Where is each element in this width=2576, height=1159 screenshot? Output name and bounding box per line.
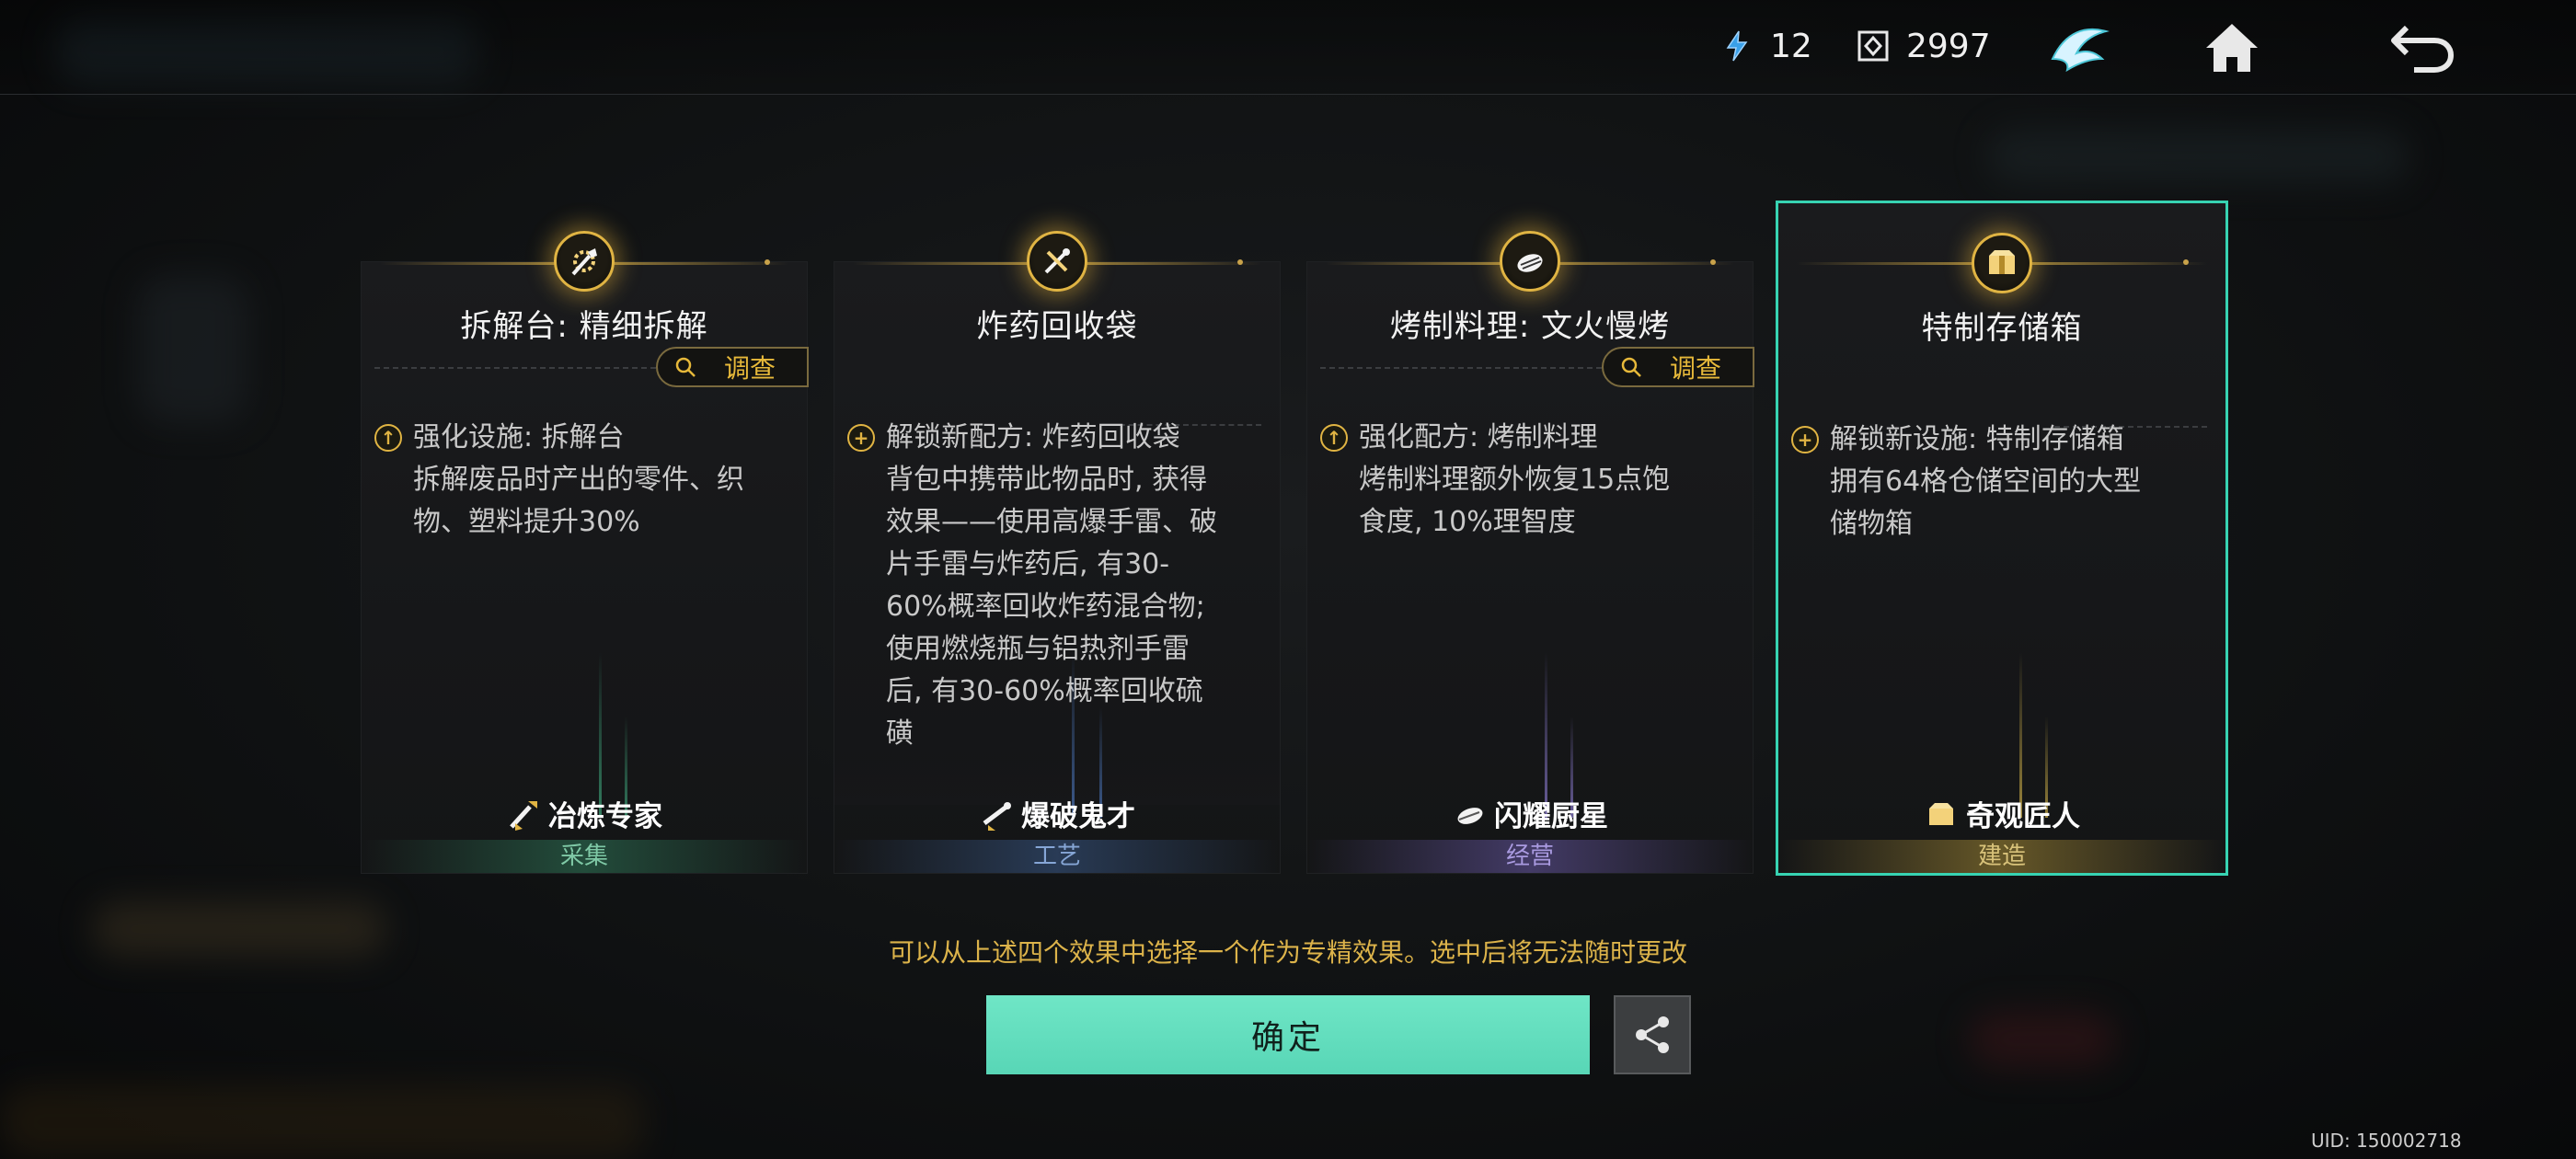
desc-line: 拥有64格仓储空间的大型 xyxy=(1830,465,2142,498)
plus-icon: + xyxy=(847,424,875,452)
desc-line: 使用燃烧瓶与铝热剂手雷 xyxy=(886,633,1190,665)
role-title: 奇观匠人 xyxy=(1778,793,2225,834)
investigate-button[interactable]: 调查 xyxy=(1602,347,1754,387)
investigate-label: 调查 xyxy=(724,353,776,384)
search-icon xyxy=(1621,357,1641,377)
specialty-card-slow-roast[interactable]: 烤制料理: 文火慢烤 调查 ↑ 强化配方: 烤制料理 烤制料理额外恢复15点饱 食… xyxy=(1306,231,1754,874)
wrench-gear-icon xyxy=(554,231,615,292)
home-icon xyxy=(2206,24,2258,72)
role-title: 冶炼专家 xyxy=(362,793,807,834)
background-blur xyxy=(1969,1012,2116,1067)
roasted-meat-icon xyxy=(1500,231,1560,292)
category-label: 采集 xyxy=(362,840,807,873)
investigate-label: 调查 xyxy=(1670,353,1722,384)
category-label: 建造 xyxy=(1778,840,2225,873)
background-blur xyxy=(138,276,248,423)
user-id: UID: 150002718 xyxy=(2311,1130,2462,1152)
coin-icon xyxy=(1853,26,1893,66)
investigate-button[interactable]: 调查 xyxy=(656,347,809,387)
card-title: 特制存储箱 xyxy=(1921,310,2083,347)
desc-line: 效果——使用高爆手雷、破 xyxy=(886,506,1217,538)
card-deco-dot xyxy=(1710,259,1716,265)
card-title: 烤制料理: 文火慢烤 xyxy=(1389,308,1671,345)
share-icon xyxy=(1636,1016,1669,1053)
home-button[interactable] xyxy=(2197,13,2267,83)
card-description: ↑ 强化配方: 烤制料理 烤制料理额外恢复15点饱 食度, 10%理智度 xyxy=(1320,417,1736,544)
specialty-card-explosive-bag[interactable]: 炸药回收袋 + 解锁新配方: 炸药回收袋 背包中携带此物品时, 获得 效果——使用… xyxy=(834,231,1281,874)
energy-resource[interactable]: 12 xyxy=(1717,26,1812,66)
category-label: 工艺 xyxy=(834,840,1280,873)
role-name: 奇观匠人 xyxy=(1966,800,2080,833)
card-deco-dot xyxy=(2183,259,2189,265)
search-icon xyxy=(675,357,696,377)
top-bar: 12 2997 xyxy=(0,0,2576,95)
desc-line: 片手雷与炸药后, 有30- xyxy=(886,548,1170,580)
desc-title: 强化设施: 拆解台 xyxy=(413,421,625,453)
energy-count: 12 xyxy=(1770,27,1812,65)
role-name: 闪耀厨星 xyxy=(1494,800,1608,833)
role-name: 爆破鬼才 xyxy=(1021,800,1135,833)
confirm-button[interactable]: 确定 xyxy=(986,995,1590,1074)
desc-title: 强化配方: 烤制料理 xyxy=(1359,421,1598,453)
role-name: 冶炼专家 xyxy=(548,800,662,833)
upgrade-arrow-icon: ↑ xyxy=(374,424,402,452)
specialty-card-storage-box[interactable]: 特制存储箱 + 解锁新设施: 特制存储箱 拥有64格仓储空间的大型 储物箱 奇观匠… xyxy=(1776,201,2228,876)
specialty-card-dismantle[interactable]: 拆解台: 精细拆解 调查 ↑ 强化设施: 拆解台 拆解废品时产出的零件、织 物、塑… xyxy=(361,231,809,874)
confirm-label: 确定 xyxy=(1250,1019,1325,1057)
demolition-badge-icon xyxy=(983,801,1011,831)
upgrade-arrow-icon: ↑ xyxy=(1320,424,1348,452)
explosive-tools-icon xyxy=(1027,231,1087,292)
desc-title: 解锁新设施: 特制存储箱 xyxy=(1830,423,2124,455)
desc-line: 拆解废品时产出的零件、织 xyxy=(413,464,744,496)
storage-box-icon xyxy=(1972,233,2032,293)
wing-emblem-icon xyxy=(2051,28,2110,73)
card-description: ↑ 强化设施: 拆解台 拆解废品时产出的零件、织 物、塑料提升30% xyxy=(374,417,790,544)
desc-line: 储物箱 xyxy=(1830,508,1913,540)
desc-line: 食度, 10%理智度 xyxy=(1359,506,1576,538)
coin-count: 2997 xyxy=(1906,27,1991,65)
card-deco-dot xyxy=(765,259,770,265)
desc-line: 烤制料理额外恢复15点饱 xyxy=(1359,464,1671,496)
role-title: 闪耀厨星 xyxy=(1307,793,1753,834)
background-blur xyxy=(0,1085,644,1159)
desc-line: 背包中携带此物品时, 获得 xyxy=(886,464,1208,496)
selection-hint: 可以从上述四个效果中选择一个作为专精效果。选中后将无法随时更改 xyxy=(888,937,1687,968)
back-button[interactable] xyxy=(2386,13,2456,83)
smelter-badge-icon xyxy=(510,800,537,831)
share-button[interactable] xyxy=(1614,995,1691,1074)
card-deco-dot xyxy=(1237,259,1243,265)
category-label: 经营 xyxy=(1307,840,1753,873)
desc-line: 后, 有30-60%概率回收硫 xyxy=(886,675,1203,707)
card-title: 拆解台: 精细拆解 xyxy=(460,308,708,345)
desc-title: 解锁新配方: 炸药回收袋 xyxy=(886,421,1180,453)
craftsman-badge-icon xyxy=(1929,802,1953,825)
energy-icon xyxy=(1717,26,1757,66)
desc-line: 物、塑料提升30% xyxy=(413,506,640,538)
plus-icon: + xyxy=(1791,426,1819,453)
role-title: 爆破鬼才 xyxy=(834,793,1280,834)
background-blur xyxy=(1987,129,2410,184)
emblem-button[interactable] xyxy=(2044,13,2114,83)
chef-badge-icon xyxy=(1457,807,1483,824)
card-title: 炸药回收袋 xyxy=(976,308,1138,345)
card-description: + 解锁新设施: 特制存储箱 拥有64格仓储空间的大型 储物箱 xyxy=(1791,419,2209,545)
coin-resource[interactable]: 2997 xyxy=(1853,26,1991,66)
desc-line: 60%概率回收炸药混合物; xyxy=(886,591,1205,623)
back-arrow-icon xyxy=(2391,25,2455,73)
card-description: + 解锁新配方: 炸药回收袋 背包中携带此物品时, 获得 效果——使用高爆手雷、破… xyxy=(847,417,1263,755)
